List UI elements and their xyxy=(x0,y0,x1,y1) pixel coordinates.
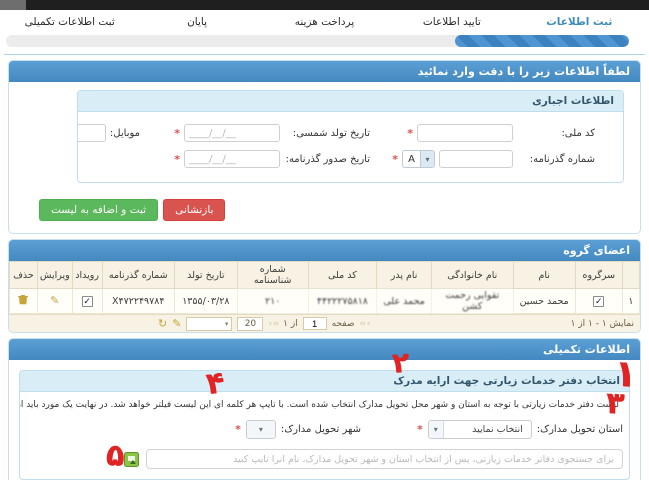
wizard-step-confirm-info[interactable]: تایید اطلاعات xyxy=(388,16,515,28)
province-select-value: انتخاب نمایید xyxy=(472,424,523,435)
panel-required-info: لطفاً اطلاعات زیر را با دقت وارد نمائید … xyxy=(8,60,641,234)
chevron-down-icon: ▾ xyxy=(246,421,275,438)
passport-prefix-value: A xyxy=(408,153,415,165)
field-national-id: کد ملی: * xyxy=(370,124,595,142)
office-section-title: انتخاب دفتر خدمات زیارتی جهت ارایه مدرک xyxy=(20,371,629,392)
field-passport-issue-date: تاریخ صدور گذرنامه: * xyxy=(140,150,370,168)
reset-button[interactable]: بازنشانی xyxy=(163,199,226,221)
table-pager: نمایش ۱ - ۱ از ۱ › ›› صفحه از ۱ ‹‹ ‹ 20 … xyxy=(9,314,640,332)
office-help-text: لیست دفتر خدمات زیارتی با توجه به استان … xyxy=(20,400,619,410)
submit-add-to-list-button[interactable]: ثبت و اضافه به لیست xyxy=(39,199,159,221)
chevron-down-icon: ▾ xyxy=(428,421,444,438)
birth-date-cell: ۱۳۵۵/۰۳/۲۸ xyxy=(173,288,238,314)
certificate-no-cell: ۲۱۰ xyxy=(236,288,309,314)
field-passport-number: شماره گذرنامه: ▾ A * xyxy=(370,150,595,168)
passport-prefix-select[interactable]: ▾ A xyxy=(402,150,435,168)
pager-empty-select[interactable]: ▾ xyxy=(186,316,233,331)
pager-refresh-icon[interactable]: ↻ xyxy=(158,318,167,329)
col-group-leader: سرگروه xyxy=(574,261,623,289)
col-passport-no: شماره گذرنامه xyxy=(101,261,175,289)
wizard-step-finish[interactable]: پایان xyxy=(133,16,260,28)
birth-date-label: تاریخ تولد شمسی: xyxy=(292,127,370,139)
wizard-step-complementary-info[interactable]: ثبت اطلاعات تکمیلی xyxy=(6,16,133,28)
birth-date-input[interactable] xyxy=(184,124,280,142)
first-name-cell: محمد حسین xyxy=(512,288,576,314)
col-edit: ویرایش xyxy=(36,261,73,289)
national-id-input[interactable] xyxy=(417,124,513,142)
top-bar-corner xyxy=(0,0,26,10)
wizard-steps: ثبت اطلاعات تایید اطلاعات پرداخت هزینه پ… xyxy=(0,16,649,28)
event-checkbox[interactable]: ✓ xyxy=(81,295,93,307)
browser-top-bar xyxy=(0,0,649,10)
required-asterisk: * xyxy=(392,152,398,166)
passport-issue-date-label: تاریخ صدور گذرنامه: xyxy=(285,153,370,165)
mandatory-section-title: اطلاعات اجباری xyxy=(78,91,623,112)
edit-row-icon[interactable]: ✎ xyxy=(50,295,59,306)
required-asterisk: * xyxy=(417,423,423,436)
pager-page-label: صفحه xyxy=(331,318,355,329)
col-delete: حذف xyxy=(9,261,38,289)
wizard-progress-track xyxy=(6,35,629,47)
required-asterisk: * xyxy=(174,126,180,140)
table-row[interactable]: ۱ ✓ محمد حسین تقوایی رحمت کشن محمد علی ۴… xyxy=(9,288,640,314)
passport-number-input[interactable] xyxy=(439,150,513,168)
subpanel-mandatory: اطلاعات اجباری کد ملی: * تاریخ تولد شمسی… xyxy=(77,90,624,183)
national-id-cell: ۴۴۲۲۲۷۵۸۱۸ xyxy=(307,288,378,314)
passport-number-label: شماره گذرنامه: xyxy=(529,153,595,165)
table-header-row: سرگروه نام نام خانوادگی نام پدر کد ملی ش… xyxy=(9,261,640,289)
wizard-step-register-info[interactable]: ثبت اطلاعات xyxy=(516,16,643,28)
required-asterisk: * xyxy=(174,152,180,166)
pager-edit-icon[interactable]: ✎ xyxy=(172,318,181,329)
col-first-name: نام xyxy=(512,261,576,289)
subpanel-office-select: انتخاب دفتر خدمات زیارتی جهت ارایه مدرک … xyxy=(19,370,630,480)
pager-showing-text: نمایش ۱ - ۱ از ۱ xyxy=(570,318,634,329)
passport-issue-date-input[interactable] xyxy=(184,150,280,168)
col-national-id: کد ملی xyxy=(307,261,378,289)
export-excel-icon[interactable] xyxy=(124,451,139,467)
divider xyxy=(4,54,645,55)
pager-next-icon[interactable]: › ›› xyxy=(360,319,371,329)
last-name-cell: تقوایی رحمت کشن xyxy=(431,288,514,314)
field-birth-date: تاریخ تولد شمسی: * xyxy=(140,124,370,142)
panel-group-members: اعضای گروه سرگروه نام نام خانوادگی نام پ… xyxy=(8,239,641,333)
province-label: استان تحویل مدارک: xyxy=(536,424,623,435)
national-id-label: کد ملی: xyxy=(561,127,595,139)
wizard-step-payment[interactable]: پرداخت هزینه xyxy=(261,16,388,28)
row-number-cell: ۱ xyxy=(621,288,640,314)
province-select[interactable]: انتخاب نمایید ▾ xyxy=(427,420,532,439)
pager-prev-icon[interactable]: ‹‹ ‹ xyxy=(268,319,279,329)
field-mobile: موبایل: * xyxy=(78,124,140,142)
panel-complementary-info: اطلاعات تکمیلی انتخاب دفتر خدمات زیارتی … xyxy=(8,338,641,480)
delete-row-icon[interactable] xyxy=(18,294,29,305)
required-asterisk: * xyxy=(235,423,241,436)
pager-of-label: از ۱ xyxy=(283,318,298,329)
father-name-cell: محمد علی xyxy=(376,288,433,314)
group-members-table: سرگروه نام نام خانوادگی نام پدر کد ملی ش… xyxy=(9,261,640,314)
mobile-label: موبایل: xyxy=(109,127,140,139)
city-label: شهر تحویل مدارک: xyxy=(280,424,362,435)
group-leader-checkbox[interactable]: ✓ xyxy=(593,295,605,307)
passport-no-cell: X۴۷۲۲۴۹۷۸۴ xyxy=(101,288,175,314)
col-row-number xyxy=(621,261,640,289)
col-father-name: نام پدر xyxy=(376,261,433,289)
mobile-input[interactable] xyxy=(78,124,106,142)
progress-fill xyxy=(454,35,629,47)
required-asterisk: * xyxy=(407,126,413,140)
pager-page-size-select[interactable]: 20 xyxy=(237,316,264,331)
col-birth-date: تاریخ تولد xyxy=(173,261,238,289)
col-certificate-no: شماره شناسنامه xyxy=(236,261,309,289)
city-select[interactable]: ▾ xyxy=(245,420,276,439)
col-last-name: نام خانوادگی xyxy=(431,261,514,289)
chevron-down-icon: ▾ xyxy=(224,319,229,328)
col-event: رویداد xyxy=(71,261,103,289)
panel-required-title: لطفاً اطلاعات زیر را با دقت وارد نمائید xyxy=(9,61,640,82)
panel-complementary-title: اطلاعات تکمیلی xyxy=(9,339,640,360)
office-search-input[interactable] xyxy=(146,449,623,469)
panel-group-title: اعضای گروه xyxy=(9,240,640,261)
pager-page-input[interactable] xyxy=(302,317,327,330)
chevron-down-icon: ▾ xyxy=(420,151,434,167)
